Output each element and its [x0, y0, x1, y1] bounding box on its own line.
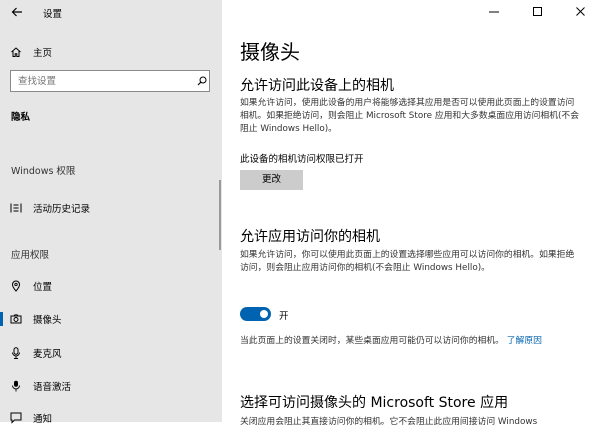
section-windows-permissions: Windows 权限: [11, 166, 76, 177]
device-access-description: 如果允许访问，使用此设备的用户将能够选择其应用是否可以使用此页面上的设置访问相机…: [240, 98, 580, 134]
maximize-button[interactable]: [518, 0, 558, 24]
store-apps-description: 关闭应用会阻止其直接访问你的相机。它不会阻止此应用间接访问 Windows: [240, 417, 538, 427]
device-access-heading: 允许访问此设备上的相机: [240, 78, 394, 94]
note-text: 当此页面上的设置关闭时，某些桌面应用可能仍可以访问你的相机。: [240, 336, 504, 346]
learn-more-link[interactable]: 了解原因: [507, 336, 542, 346]
change-button[interactable]: 更改: [240, 170, 303, 190]
sidebar-item-label: 麦克风: [33, 349, 62, 360]
app-access-description: 如果允许访问，你可以使用此页面上的设置选择哪些应用可以访问你的相机。如果拒绝访问…: [240, 250, 575, 273]
close-button[interactable]: [560, 0, 600, 24]
sidebar-item-home[interactable]: 主页: [10, 44, 210, 60]
maximize-icon: [533, 7, 542, 16]
section-app-permissions: 应用权限: [11, 250, 50, 261]
location-icon: [11, 280, 21, 292]
sidebar-item-camera[interactable]: 摄像头: [10, 311, 210, 327]
app-access-heading: 允许应用访问你的相机: [240, 229, 380, 245]
desktop-apps-note: 当此页面上的设置关闭时，某些桌面应用可能仍可以访问你的相机。 了解原因: [240, 335, 560, 348]
selection-indicator: [0, 312, 3, 326]
sidebar: 设置 主页 隐私 Windows 权限 活动历史记录 应用权限 位置: [0, 0, 222, 425]
search-input[interactable]: [11, 71, 187, 91]
home-icon: [11, 47, 21, 57]
microphone-icon: [12, 347, 20, 359]
toggle-knob: [260, 310, 268, 318]
toggle-state-label: 开: [279, 311, 289, 322]
sidebar-item-microphone[interactable]: 麦克风: [10, 345, 210, 361]
window-title: 设置: [43, 9, 63, 20]
minimize-button[interactable]: [474, 0, 514, 24]
main-content: 摄像头 允许访问此设备上的相机 如果允许访问，使用此设备的用户将能够选择其应用是…: [222, 0, 600, 427]
sidebar-item-activity-history[interactable]: 活动历史记录: [10, 200, 210, 216]
sidebar-scrollbar[interactable]: [219, 180, 221, 250]
minimize-icon: [489, 11, 499, 13]
sidebar-item-voice-activation[interactable]: 语音激活: [10, 378, 210, 394]
sidebar-item-label: 主页: [33, 48, 53, 59]
close-icon: [576, 7, 585, 16]
camera-access-toggle[interactable]: [240, 307, 271, 321]
sidebar-item-location[interactable]: 位置: [10, 278, 210, 294]
sidebar-item-label: 位置: [33, 282, 53, 293]
notification-icon: [10, 412, 22, 424]
page-title: 摄像头: [240, 40, 300, 64]
sidebar-item-notification[interactable]: 通知: [10, 410, 210, 426]
search-box: [10, 70, 210, 92]
activity-history-icon: [10, 203, 22, 213]
category-heading: 隐私: [11, 112, 31, 123]
sidebar-item-label: 语音激活: [33, 382, 72, 393]
sidebar-item-label: 通知: [33, 414, 53, 425]
device-access-status: 此设备的相机访问权限已打开: [240, 154, 364, 165]
camera-icon: [10, 314, 22, 324]
back-arrow-icon[interactable]: [11, 6, 23, 18]
voice-activation-icon: [12, 380, 20, 392]
sidebar-item-label: 活动历史记录: [33, 204, 91, 215]
search-icon[interactable]: [197, 76, 207, 86]
store-apps-heading: 选择可访问摄像头的 Microsoft Store 应用: [240, 395, 509, 411]
sidebar-item-label: 摄像头: [33, 315, 62, 326]
